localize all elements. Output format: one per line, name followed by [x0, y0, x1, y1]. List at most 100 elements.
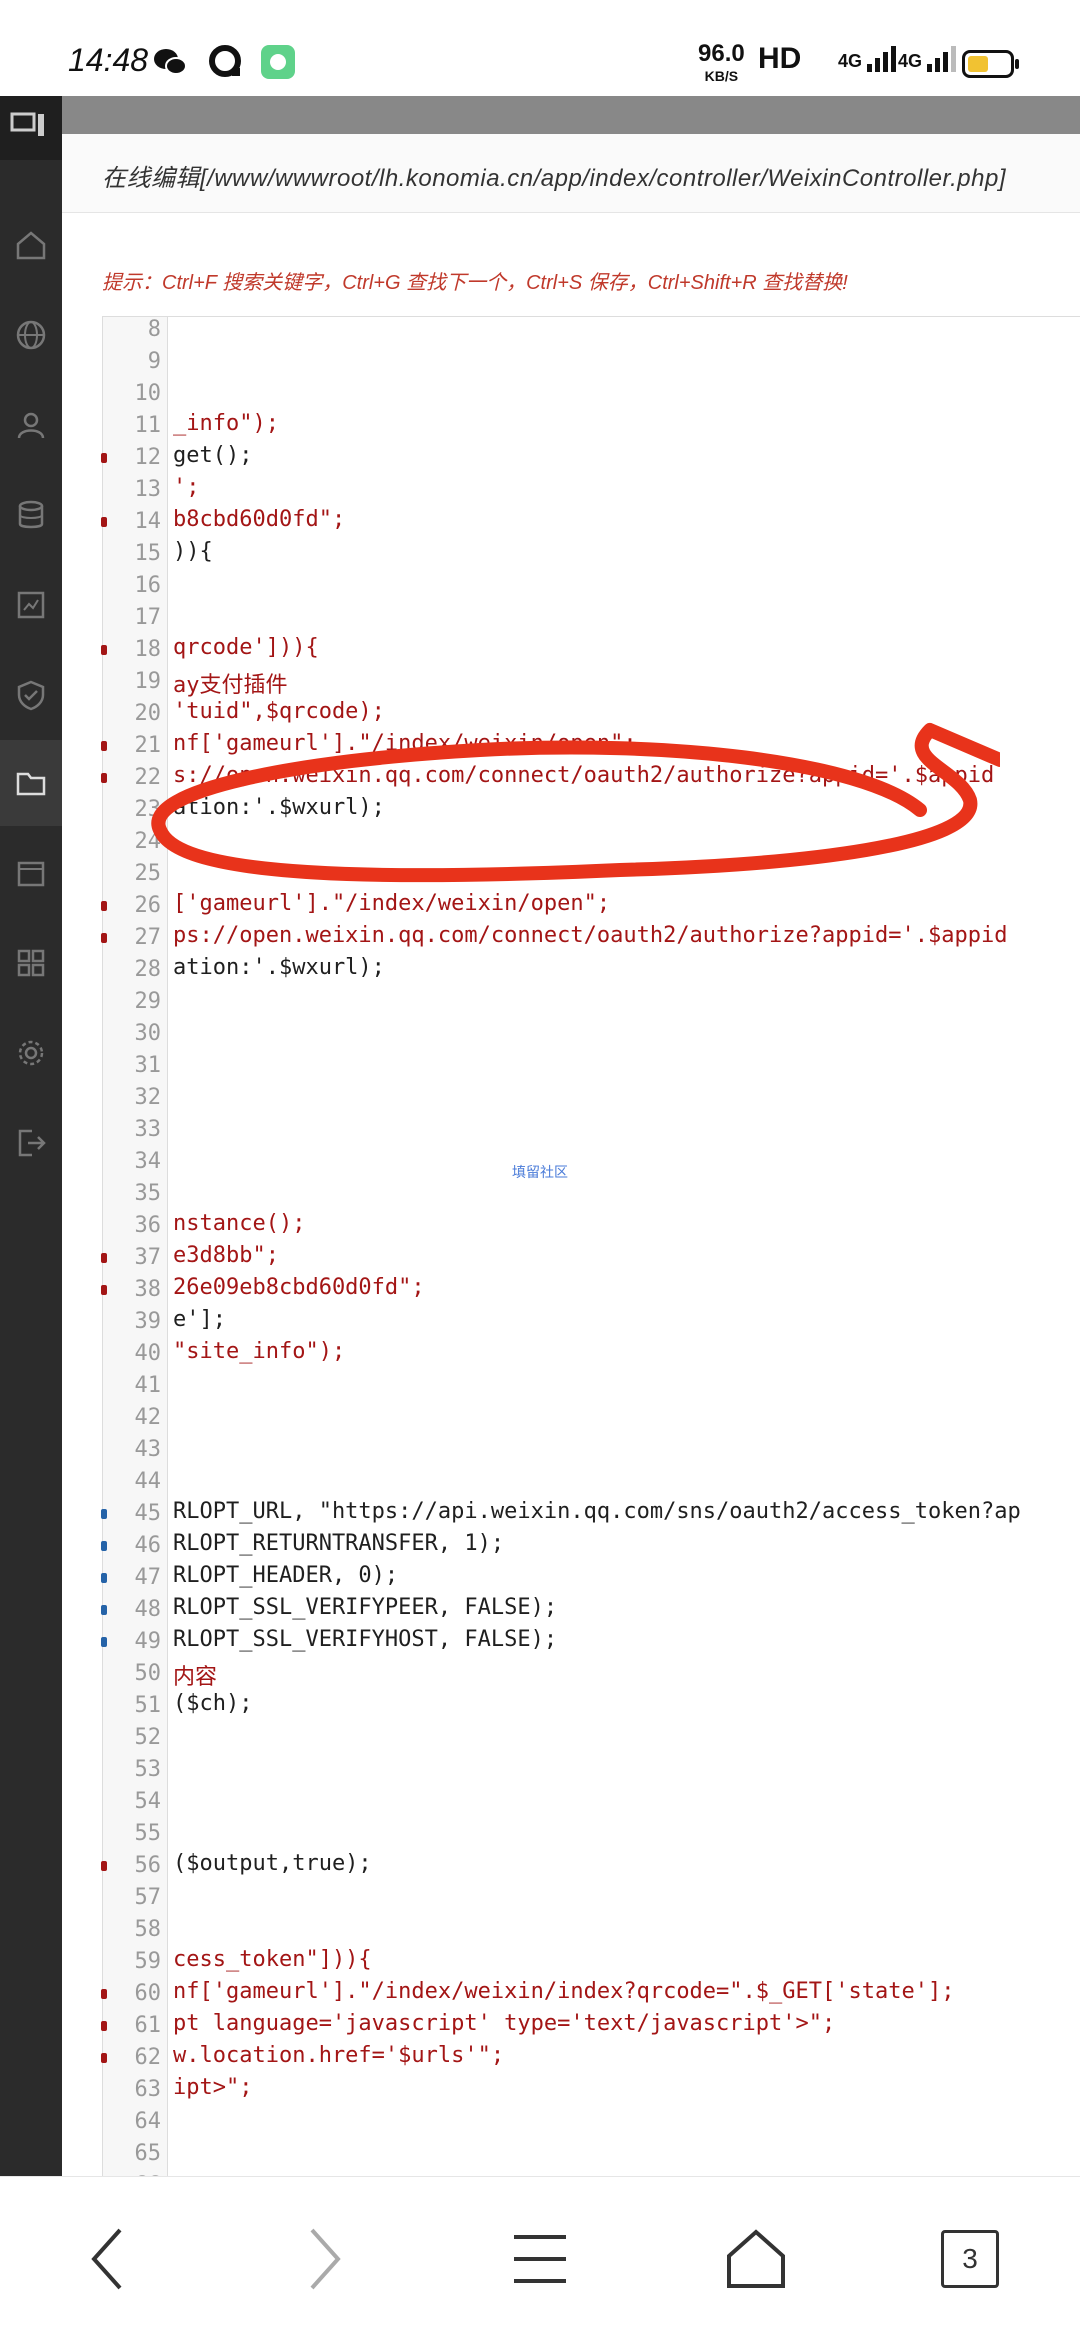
code-line[interactable]: 9 [103, 345, 1080, 377]
code-line[interactable]: 40 "site_info"); [103, 1337, 1080, 1369]
line-number: 57 [134, 1885, 162, 1910]
code-line[interactable]: 18 qrcode'])){ [101, 633, 1080, 665]
code-line[interactable]: 36 nstance(); [103, 1209, 1080, 1241]
code-line[interactable]: 57 [103, 1881, 1080, 1913]
sidebar-home-icon[interactable] [14, 228, 48, 262]
code-line[interactable]: 29 [103, 985, 1080, 1017]
tab-count: 3 [941, 2230, 999, 2288]
sidebar-settings-icon[interactable] [14, 1036, 48, 1070]
code-line[interactable]: 20 'tuid",$qrcode); [103, 697, 1080, 729]
code-line[interactable]: 45 RLOPT_URL, "https://api.weixin.qq.com/… [101, 1497, 1080, 1529]
tabs-button[interactable]: 3 [930, 2219, 1010, 2299]
code-line[interactable]: 24 [103, 825, 1080, 857]
code-line[interactable]: 60 nf['gameurl']."/index/weixin/index?qrc… [101, 1977, 1080, 2009]
code-line[interactable]: 19 ay支付插件 [103, 665, 1080, 698]
sidebar-apps-icon[interactable] [14, 946, 48, 980]
code-line[interactable]: 23 ation:'.$wxurl); [103, 793, 1080, 825]
line-number: 61 [134, 2013, 162, 2038]
line-number: 37 [134, 1245, 162, 1270]
code-line[interactable]: 58 [103, 1913, 1080, 1945]
code-line[interactable]: 44 [103, 1465, 1080, 1497]
code-line[interactable]: 46 RLOPT_RETURNTRANSFER, 1); [101, 1529, 1080, 1561]
code-line[interactable]: 8 [103, 313, 1080, 345]
line-number: 56 [134, 1853, 162, 1878]
code-line[interactable]: 48 RLOPT_SSL_VERIFYPEER, FALSE); [101, 1593, 1080, 1625]
code-line[interactable]: 14 b8cbd60d0fd"; [101, 505, 1080, 537]
code-line[interactable]: 32 [103, 1081, 1080, 1113]
code-line[interactable]: 37 e3d8bb"; [101, 1241, 1080, 1273]
battery-icon [962, 50, 1019, 78]
code-line[interactable]: 12 get(); [101, 441, 1080, 473]
code-line[interactable]: 31 [103, 1049, 1080, 1081]
forward-button[interactable] [286, 2219, 366, 2299]
code-line[interactable]: 42 [103, 1401, 1080, 1433]
code-line[interactable]: 10 [103, 377, 1080, 409]
code-line[interactable]: 54 [103, 1785, 1080, 1817]
sidebar-database-icon[interactable] [14, 498, 48, 532]
line-number: 24 [134, 829, 162, 854]
code-line[interactable]: 65 [103, 2137, 1080, 2169]
code-line[interactable]: 53 [103, 1753, 1080, 1785]
code-line[interactable]: 27 ps://open.weixin.qq.com/connect/oauth2… [101, 921, 1080, 953]
sidebar-logout-icon[interactable] [14, 1126, 48, 1160]
code-line[interactable]: 35 [103, 1177, 1080, 1209]
line-number: 64 [134, 2109, 162, 2134]
code-line[interactable]: 62 w.location.href='$urls'"; [101, 2041, 1080, 2073]
code-line[interactable]: 28 ation:'.$wxurl); [103, 953, 1080, 985]
code-text: 内容 [173, 1665, 218, 1690]
code-line[interactable]: 52 [103, 1721, 1080, 1753]
line-number: 41 [134, 1373, 162, 1398]
home-button[interactable] [716, 2219, 796, 2299]
code-line[interactable]: 63 ipt>"; [103, 2073, 1080, 2105]
back-button[interactable] [66, 2219, 146, 2299]
sidebar-monitor-icon[interactable] [14, 588, 48, 622]
code-text: nf['gameurl']."/index/weixin/open"; [173, 731, 637, 756]
code-line[interactable]: 59 cess_token"])){ [103, 1945, 1080, 1977]
code-text: e3d8bb"; [173, 1243, 279, 1268]
sidebar-folder-icon[interactable] [14, 766, 48, 800]
sidebar-globe-icon[interactable] [14, 318, 48, 352]
code-line[interactable]: 34 [103, 1145, 1080, 1177]
code-line[interactable]: 21 nf['gameurl']."/index/weixin/open"; [101, 729, 1080, 761]
code-line[interactable]: 64 [103, 2105, 1080, 2137]
line-number: 54 [134, 1789, 162, 1814]
code-line[interactable]: 55 [103, 1817, 1080, 1849]
code-line[interactable]: 15)){ [103, 537, 1080, 569]
code-line[interactable]: 56 ($output,true); [101, 1849, 1080, 1881]
code-line[interactable]: 38 26e09eb8cbd60d0fd"; [101, 1273, 1080, 1305]
code-line[interactable]: 33 [103, 1113, 1080, 1145]
code-line[interactable]: 41 [103, 1369, 1080, 1401]
sidebar-calendar-icon[interactable] [14, 856, 48, 890]
line-number: 12 [134, 445, 162, 470]
code-line[interactable]: 26 ['gameurl']."/index/weixin/open"; [101, 889, 1080, 921]
sidebar-user-icon[interactable] [14, 408, 48, 442]
code-line[interactable]: 25 [103, 857, 1080, 889]
code-line[interactable]: 50 内容 [103, 1657, 1080, 1690]
code-line[interactable]: 16 [103, 569, 1080, 601]
code-line[interactable]: 51 ($ch); [103, 1689, 1080, 1721]
line-number: 48 [134, 1597, 162, 1622]
line-number: 32 [134, 1085, 162, 1110]
code-line[interactable]: 47 RLOPT_HEADER, 0); [101, 1561, 1080, 1593]
code-text: RLOPT_SSL_VERIFYHOST, FALSE); [173, 1627, 558, 1652]
code-text: ($output,true); [173, 1851, 372, 1876]
code-text: pt language='javascript' type='text/java… [173, 2011, 836, 2036]
line-number: 27 [134, 925, 162, 950]
code-line[interactable]: 13 '; [103, 473, 1080, 505]
code-line[interactable]: 11 _info"); [103, 409, 1080, 441]
code-line[interactable]: 39 e']; [103, 1305, 1080, 1337]
code-line[interactable]: 61 pt language='javascript' type='text/ja… [101, 2009, 1080, 2041]
code-line[interactable]: 22 s://open.weixin.qq.com/connect/oauth2/… [101, 761, 1080, 793]
code-text: 26e09eb8cbd60d0fd"; [173, 1275, 425, 1300]
menu-button[interactable] [500, 2219, 580, 2299]
code-line[interactable]: 49 RLOPT_SSL_VERIFYHOST, FALSE); [101, 1625, 1080, 1657]
code-line[interactable]: 30 [103, 1017, 1080, 1049]
shortcut-hint: 提示：Ctrl+F 搜索关键字，Ctrl+G 查找下一个，Ctrl+S 保存，C… [102, 272, 848, 294]
code-line[interactable]: 43 [103, 1433, 1080, 1465]
code-text: cess_token"])){ [173, 1947, 372, 1972]
code-line[interactable]: 17 [103, 601, 1080, 633]
line-number: 44 [134, 1469, 162, 1494]
sidebar-shield-icon[interactable] [14, 678, 48, 712]
code-text: 'tuid",$qrcode); [173, 699, 385, 724]
code-editor[interactable]: 8 9 10 11 _info"); 12 get(); 13 '; 14 b8cbd60d0fd"… [101, 313, 1080, 2198]
